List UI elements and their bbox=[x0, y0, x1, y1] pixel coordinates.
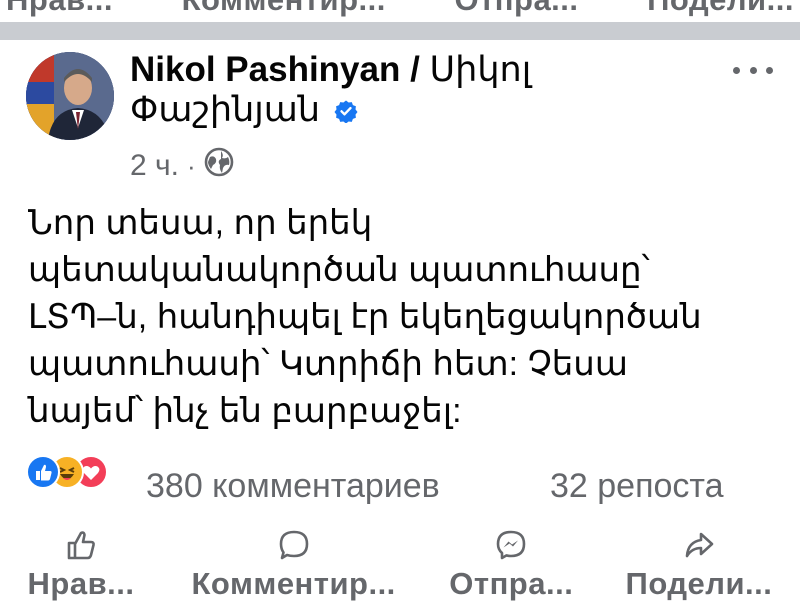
prev-comment-button[interactable]: Комментир... bbox=[182, 0, 386, 18]
messenger-icon bbox=[497, 530, 526, 560]
comment-icon bbox=[279, 530, 308, 560]
avatar-image bbox=[26, 52, 114, 140]
like-icon bbox=[26, 455, 60, 489]
post-text-line: պատուհասի՝ Կտրիճի հետ: Չեսա bbox=[28, 345, 628, 383]
more-options-button[interactable] bbox=[733, 58, 773, 82]
previous-post-action-bar: Нрав... Комментир... Отпра... Подели... bbox=[0, 0, 800, 22]
share-label[interactable]: Подели... bbox=[626, 566, 773, 602]
reaction-summary[interactable] bbox=[26, 455, 136, 495]
post-timestamp[interactable]: 2 ч. bbox=[130, 149, 179, 183]
post-text-line: Նոր տեսա, որ երեկ bbox=[28, 204, 373, 242]
verified-badge-icon bbox=[334, 92, 358, 132]
send-button[interactable]: Отпра... bbox=[431, 528, 591, 609]
post-text-line: ԼՏՊ–ն, հանդիպել էր եկեղեցակործան bbox=[28, 298, 702, 336]
comment-button[interactable]: Комментир... bbox=[169, 528, 419, 609]
thumbs-up-icon bbox=[67, 531, 95, 560]
more-dot-icon bbox=[766, 66, 773, 74]
post-body: Նոր տեսա, որ երեկ պետականակործան պատուհա… bbox=[28, 200, 788, 435]
like-button[interactable]: Нрав... bbox=[6, 528, 156, 609]
author-name-latin[interactable]: Nikol Pashinyan / bbox=[130, 50, 420, 89]
post-action-bar: Нрав... Комментир... Отпра... Подели... bbox=[0, 528, 800, 609]
post-meta: 2 ч. · bbox=[130, 147, 234, 185]
author-name-armenian-first[interactable]: Սիկոլ bbox=[430, 50, 532, 89]
share-button[interactable]: Подели... bbox=[604, 528, 794, 609]
feed-separator bbox=[0, 22, 800, 40]
prev-share-button[interactable]: Подели... bbox=[647, 0, 794, 18]
avatar[interactable] bbox=[26, 52, 114, 140]
prev-like-button[interactable]: Нрав... bbox=[6, 0, 113, 18]
like-label[interactable]: Нрав... bbox=[28, 566, 135, 602]
author-name-armenian-last[interactable]: Փաշինյան bbox=[130, 90, 320, 129]
comment-label[interactable]: Комментир... bbox=[192, 566, 396, 602]
globe-icon[interactable] bbox=[204, 147, 234, 185]
send-label[interactable]: Отпра... bbox=[449, 566, 573, 602]
more-dot-icon bbox=[749, 66, 757, 74]
shares-count[interactable]: 32 репоста bbox=[550, 467, 724, 506]
post-text-line: պետականակործան պատուհասը՝ bbox=[28, 251, 650, 289]
author-name[interactable]: Nikol Pashinyan / Սիկոլ Փաշինյան bbox=[130, 50, 690, 132]
meta-separator: · bbox=[186, 150, 196, 181]
share-icon bbox=[685, 532, 714, 558]
comments-count[interactable]: 380 комментариев bbox=[146, 467, 440, 506]
post-stats: 380 комментариев 32 репоста bbox=[0, 455, 800, 515]
more-dot-icon bbox=[733, 66, 740, 74]
prev-send-button[interactable]: Отпра... bbox=[454, 0, 578, 18]
post-text-line: նայեմ՝ ինչ են բարբաջել: bbox=[28, 392, 462, 430]
